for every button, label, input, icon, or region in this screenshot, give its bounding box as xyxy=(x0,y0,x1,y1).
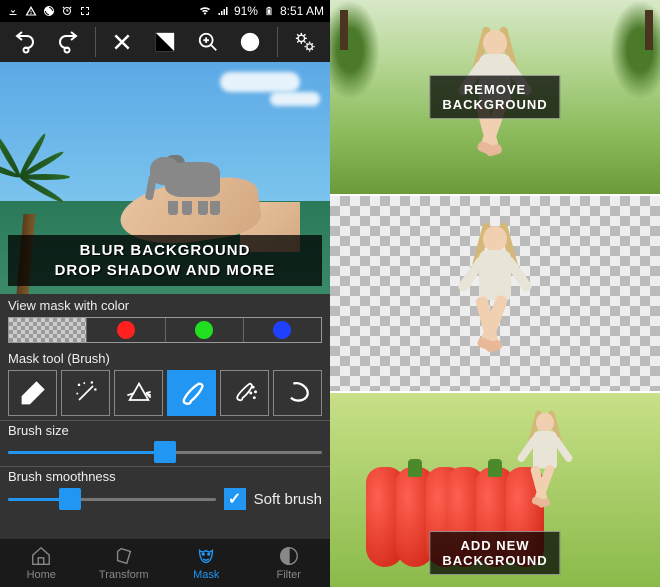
girl-figure xyxy=(455,226,535,366)
download-icon xyxy=(6,4,20,18)
mask-icon xyxy=(195,545,217,567)
editor-pane: 91% 8:51 AM xyxy=(0,0,330,587)
cloud-decoration xyxy=(270,92,320,106)
panel-add-background: ADD NEW BACKGROUND xyxy=(330,393,660,587)
mask-color-label: View mask with color xyxy=(8,298,322,313)
nav-filter[interactable]: Filter xyxy=(248,539,331,587)
battery-percent: 91% xyxy=(234,4,258,18)
panel-transparent xyxy=(330,196,660,392)
sync-icon xyxy=(42,4,56,18)
redo-button[interactable] xyxy=(52,26,84,58)
signal-icon xyxy=(216,4,230,18)
soft-brush-label: Soft brush xyxy=(254,491,322,508)
add-bg-label: ADD NEW BACKGROUND xyxy=(429,531,560,575)
soft-brush-checkbox[interactable]: ✓ xyxy=(224,488,246,510)
home-icon xyxy=(30,545,52,567)
mask-color-transparent[interactable] xyxy=(9,318,87,342)
filter-icon xyxy=(278,545,300,567)
brush-size-section: Brush size xyxy=(0,421,330,466)
circle-button[interactable] xyxy=(234,26,266,58)
nav-label: Filter xyxy=(277,569,301,581)
invert-button[interactable] xyxy=(149,26,181,58)
nav-label: Transform xyxy=(99,569,149,581)
tool-magic-wand[interactable] xyxy=(61,370,110,416)
showcase-pane: REMOVE BACKGROUND xyxy=(330,0,660,587)
brush-smoothness-slider[interactable] xyxy=(8,489,216,509)
brush-smoothness-section: Brush smoothness ✓ Soft brush xyxy=(0,467,330,514)
mask-tool-label: Mask tool (Brush) xyxy=(8,351,322,366)
nav-transform[interactable]: Transform xyxy=(83,539,166,587)
tool-brush-sparkle[interactable] xyxy=(220,370,269,416)
canvas-preview[interactable]: BLUR BACKGROUND DROP SHADOW AND MORE xyxy=(0,62,330,294)
promo-line-1: BLUR BACKGROUND xyxy=(12,241,318,261)
mask-tool-section: Mask tool (Brush) xyxy=(0,347,330,370)
toolbar-divider xyxy=(277,27,278,57)
brush-smoothness-label: Brush smoothness xyxy=(8,469,322,484)
elephant-image xyxy=(150,147,230,207)
nav-label: Mask xyxy=(193,569,219,581)
bottom-nav: Home Transform Mask Filter xyxy=(0,539,330,587)
undo-button[interactable] xyxy=(9,26,41,58)
warning-icon xyxy=(24,4,38,18)
promo-line-2: DROP SHADOW AND MORE xyxy=(12,261,318,281)
mask-color-green[interactable] xyxy=(166,318,244,342)
tool-brush[interactable] xyxy=(167,370,216,416)
mask-color-row xyxy=(8,317,322,343)
wifi-icon xyxy=(198,4,212,18)
screenshot-icon xyxy=(78,4,92,18)
cloud-decoration xyxy=(220,72,300,92)
clock-text: 8:51 AM xyxy=(280,4,324,18)
remove-bg-label: REMOVE BACKGROUND xyxy=(429,75,560,119)
zoom-button[interactable] xyxy=(192,26,224,58)
mask-color-blue[interactable] xyxy=(244,318,321,342)
toolbar-divider xyxy=(95,27,96,57)
nav-home[interactable]: Home xyxy=(0,539,83,587)
panel-remove-background: REMOVE BACKGROUND xyxy=(330,0,660,196)
tool-prism[interactable] xyxy=(114,370,163,416)
tool-lasso[interactable] xyxy=(273,370,322,416)
brush-size-label: Brush size xyxy=(8,423,322,438)
mask-color-red[interactable] xyxy=(87,318,165,342)
settings-button[interactable] xyxy=(289,26,321,58)
brush-size-slider[interactable] xyxy=(8,442,322,462)
mask-color-section: View mask with color xyxy=(0,294,330,347)
editor-toolbar xyxy=(0,22,330,62)
status-bar: 91% 8:51 AM xyxy=(0,0,330,22)
alarm-icon xyxy=(60,4,74,18)
promo-banner: BLUR BACKGROUND DROP SHADOW AND MORE xyxy=(8,235,322,286)
girl-figure xyxy=(515,413,575,518)
battery-icon xyxy=(262,4,276,18)
tool-eraser[interactable] xyxy=(8,370,57,416)
mask-tool-row xyxy=(0,370,330,420)
nav-label: Home xyxy=(27,569,56,581)
transform-icon xyxy=(113,545,135,567)
close-button[interactable] xyxy=(106,26,138,58)
nav-mask[interactable]: Mask xyxy=(165,539,248,587)
